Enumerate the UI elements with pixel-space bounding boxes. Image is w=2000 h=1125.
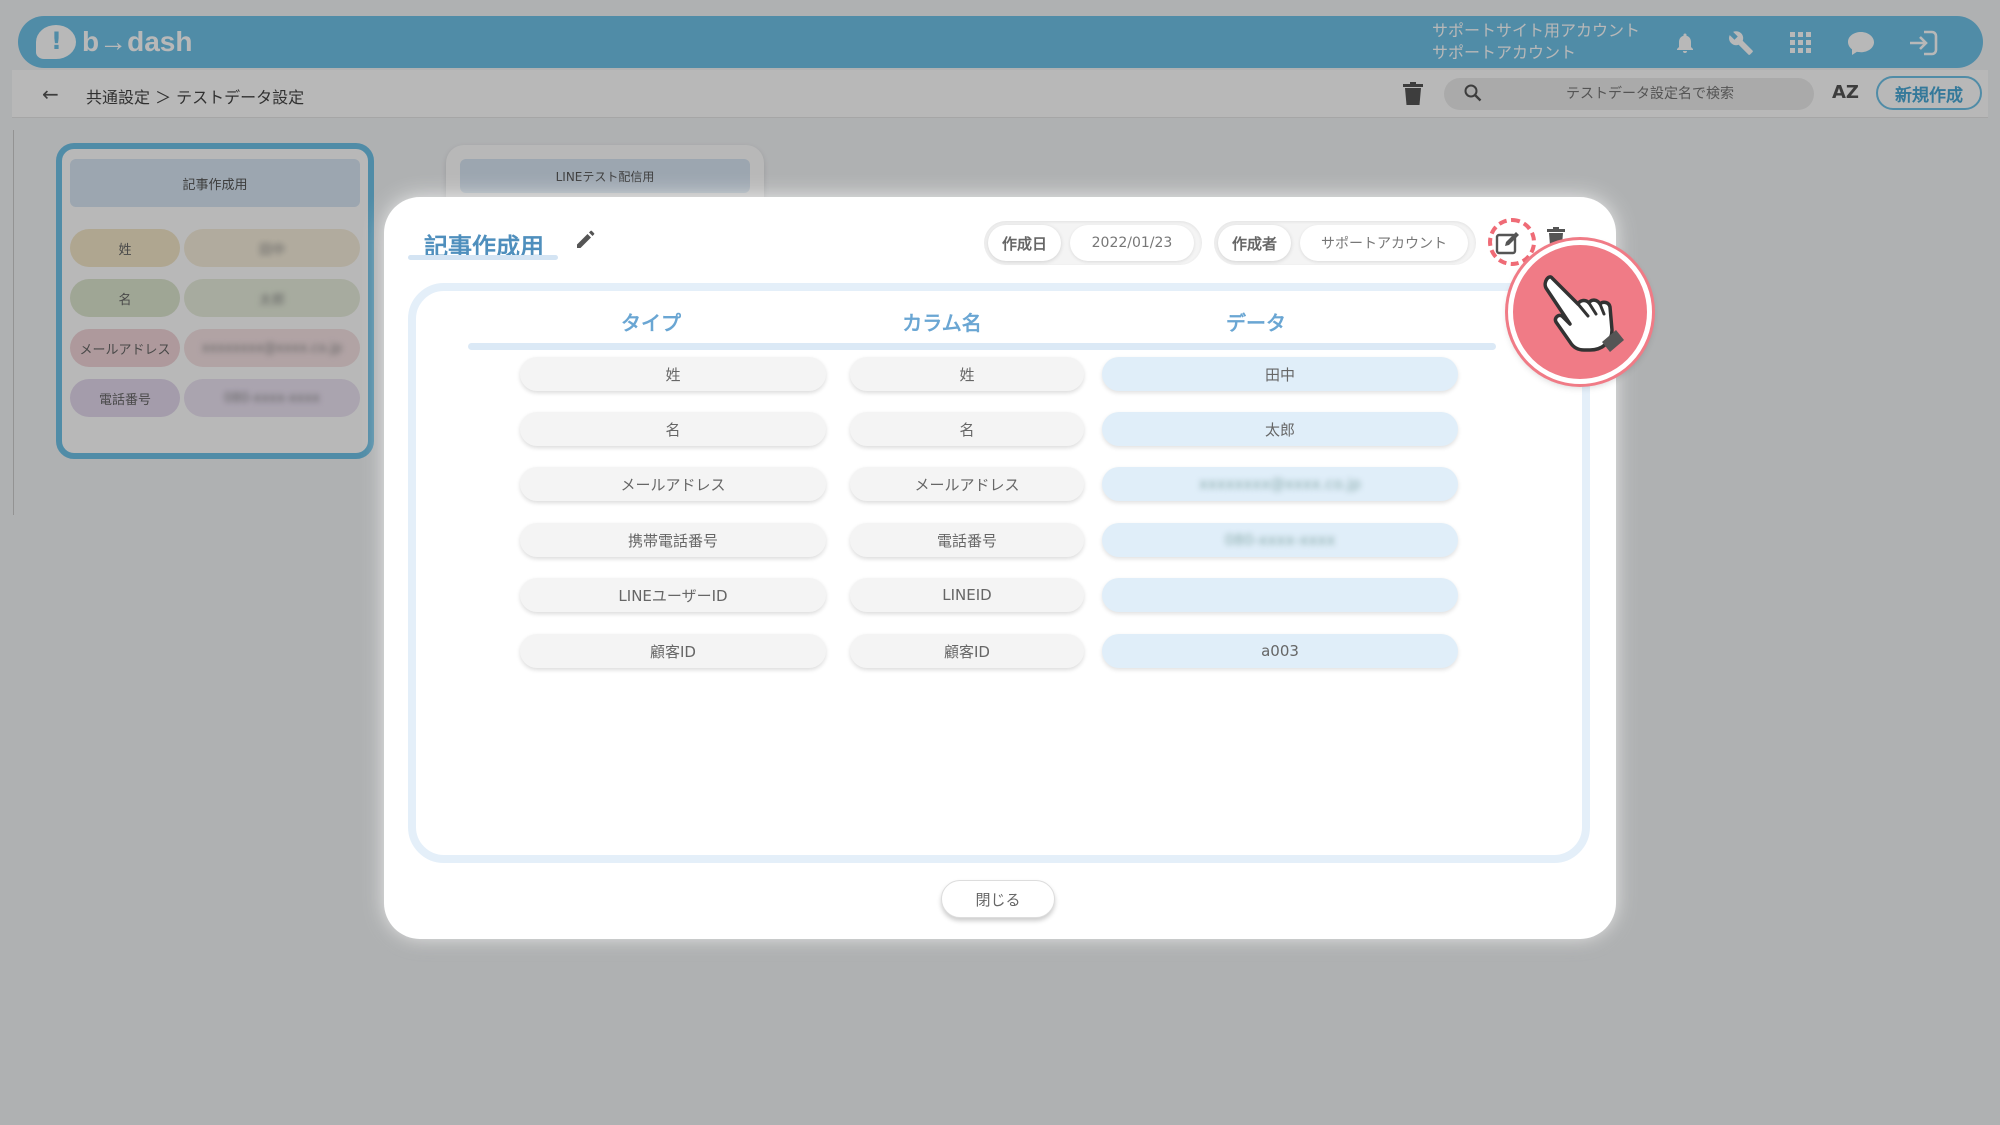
blurred-data-text: 080-xxxx-xxxx [1224,531,1336,549]
row-type: メールアドレス [520,467,826,501]
row-data [1102,578,1458,612]
creator-group: 作成者 サポートアカウント [1214,221,1476,265]
close-button[interactable]: 閉じる [941,880,1055,918]
header-column-name: カラム名 [902,311,982,335]
row-type: 携帯電話番号 [520,523,826,557]
row-type: 名 [520,412,826,446]
created-date-value: 2022/01/23 [1070,225,1194,261]
header-divider [468,343,1496,350]
header-type: タイプ [621,311,681,335]
pointing-hand-icon [1508,240,1652,384]
highlight-dashed-circle [1488,218,1536,266]
row-column: 姓 [850,357,1084,391]
row-column: 電話番号 [850,523,1084,557]
header-data: データ [1226,311,1286,335]
data-table: タイプ カラム名 データ 姓 姓 田中 名 名 太郎 メールアドレス メールアド… [408,283,1590,863]
pencil-icon[interactable] [574,229,596,251]
test-data-detail-modal: 記事作成用 作成日 2022/01/23 作成者 サポートアカウント タイプ カ… [384,197,1616,939]
row-column: 名 [850,412,1084,446]
row-type: 顧客ID [520,634,826,668]
created-date-group: 作成日 2022/01/23 [984,221,1202,265]
row-data: 田中 [1102,357,1458,391]
row-column: 顧客ID [850,634,1084,668]
creator-value: サポートアカウント [1300,225,1468,261]
row-type: 姓 [520,357,826,391]
row-type: LINEユーザーID [520,578,826,612]
row-data: 080-xxxx-xxxx [1102,523,1458,557]
creator-label: 作成者 [1218,225,1292,261]
row-column: LINEID [850,578,1084,612]
blurred-data-text: xxxxxxxx@xxxx.co.jp [1199,475,1361,493]
title-underline [408,255,558,260]
row-data: a003 [1102,634,1458,668]
row-column: メールアドレス [850,467,1084,501]
row-data: 太郎 [1102,412,1458,446]
created-date-label: 作成日 [988,225,1062,261]
row-data: xxxxxxxx@xxxx.co.jp [1102,467,1458,501]
